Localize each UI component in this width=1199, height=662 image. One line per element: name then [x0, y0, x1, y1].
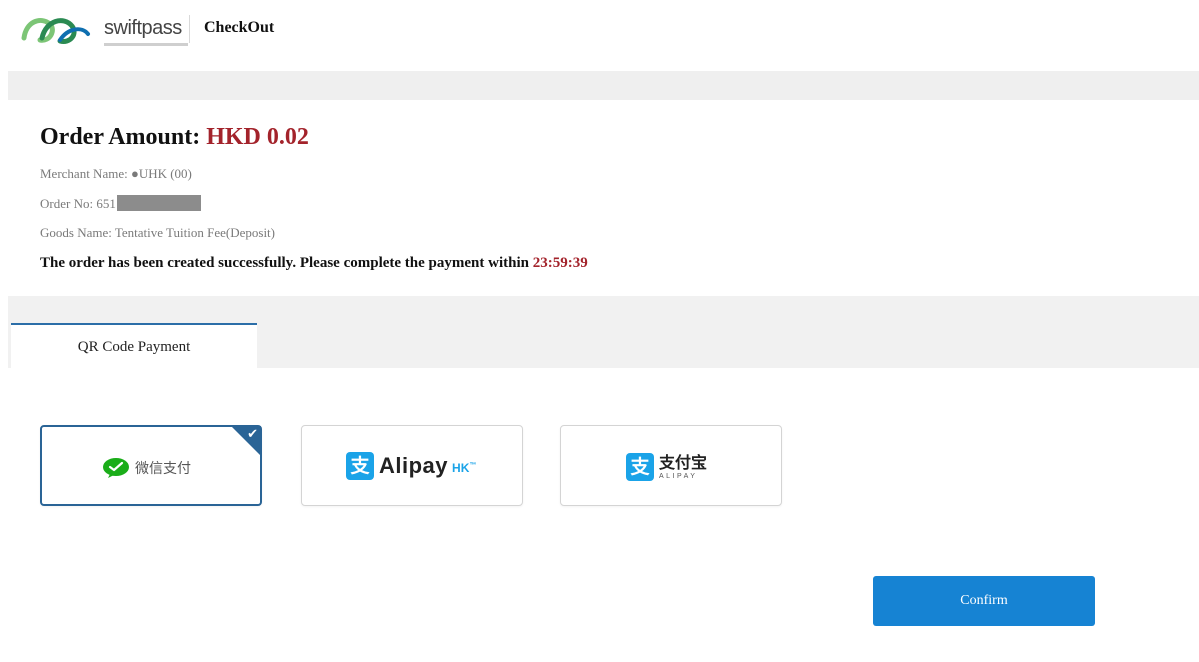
header: swiftpass CheckOut — [0, 0, 1199, 64]
order-number-text: Order No: 651 — [40, 196, 116, 211]
alipay-hk-option[interactable]: 支 Alipay HK™ — [301, 425, 523, 506]
wechat-pay-option[interactable]: ✔ 微信支付 — [40, 425, 262, 506]
confirm-button[interactable]: Confirm — [873, 576, 1095, 626]
wechat-pay-icon — [103, 458, 129, 478]
order-amount-label: Order Amount: — [40, 124, 201, 150]
alipay-option[interactable]: 支 支付宝 ALIPAY — [560, 425, 782, 506]
swiftpass-swirl-icon — [21, 18, 90, 45]
merchant-name: Merchant Name: ●UHK (00) — [40, 166, 192, 181]
alipay-hk-suffix: HK™ — [452, 461, 476, 475]
order-amount: Order Amount: HKD 0.02 — [40, 124, 309, 151]
alipay-hk-suffix-text: HK — [452, 461, 470, 475]
alipay-text: 支付宝 ALIPAY — [659, 452, 708, 480]
redacted-block — [116, 195, 201, 211]
logo-tagline — [104, 43, 188, 46]
checkmark-icon: ✔ — [247, 427, 258, 442]
trademark-mark: ™ — [469, 462, 477, 469]
alipay-cn-label: 支付宝 — [659, 452, 708, 472]
swiftpass-logo[interactable]: swiftpass — [20, 8, 190, 50]
header-band — [8, 71, 1199, 100]
page-title: CheckOut — [204, 19, 275, 36]
wechat-pay-logo: 微信支付 — [102, 456, 191, 480]
alipay-en-label: ALIPAY — [659, 472, 698, 480]
alipay-logo: 支 支付宝 ALIPAY — [626, 453, 707, 481]
tab-label: QR Code Payment — [77, 339, 191, 355]
alipay-icon: 支 — [626, 453, 654, 481]
logo-text: swiftpass — [104, 17, 182, 39]
goods-name: Goods Name: Tentative Tuition Fee(Deposi… — [40, 225, 275, 240]
header-divider — [189, 15, 190, 43]
alipay-hk-text: Alipay — [379, 453, 449, 478]
countdown-timer: 23:59:39 — [532, 255, 588, 271]
alipay-hk-logo: 支 Alipay HK™ — [346, 452, 476, 480]
order-amount-value: HKD 0.02 — [206, 124, 309, 150]
payment-notice: The order has been created successfully.… — [40, 255, 588, 272]
notice-text: The order has been created successfully.… — [40, 255, 529, 271]
tab-qr-code-payment[interactable]: QR Code Payment — [11, 323, 257, 369]
alipay-icon: 支 — [346, 452, 374, 480]
selected-corner: ✔ — [231, 426, 261, 456]
order-number: Order No: 651 — [40, 195, 201, 212]
wechat-pay-label: 微信支付 — [135, 461, 191, 477]
